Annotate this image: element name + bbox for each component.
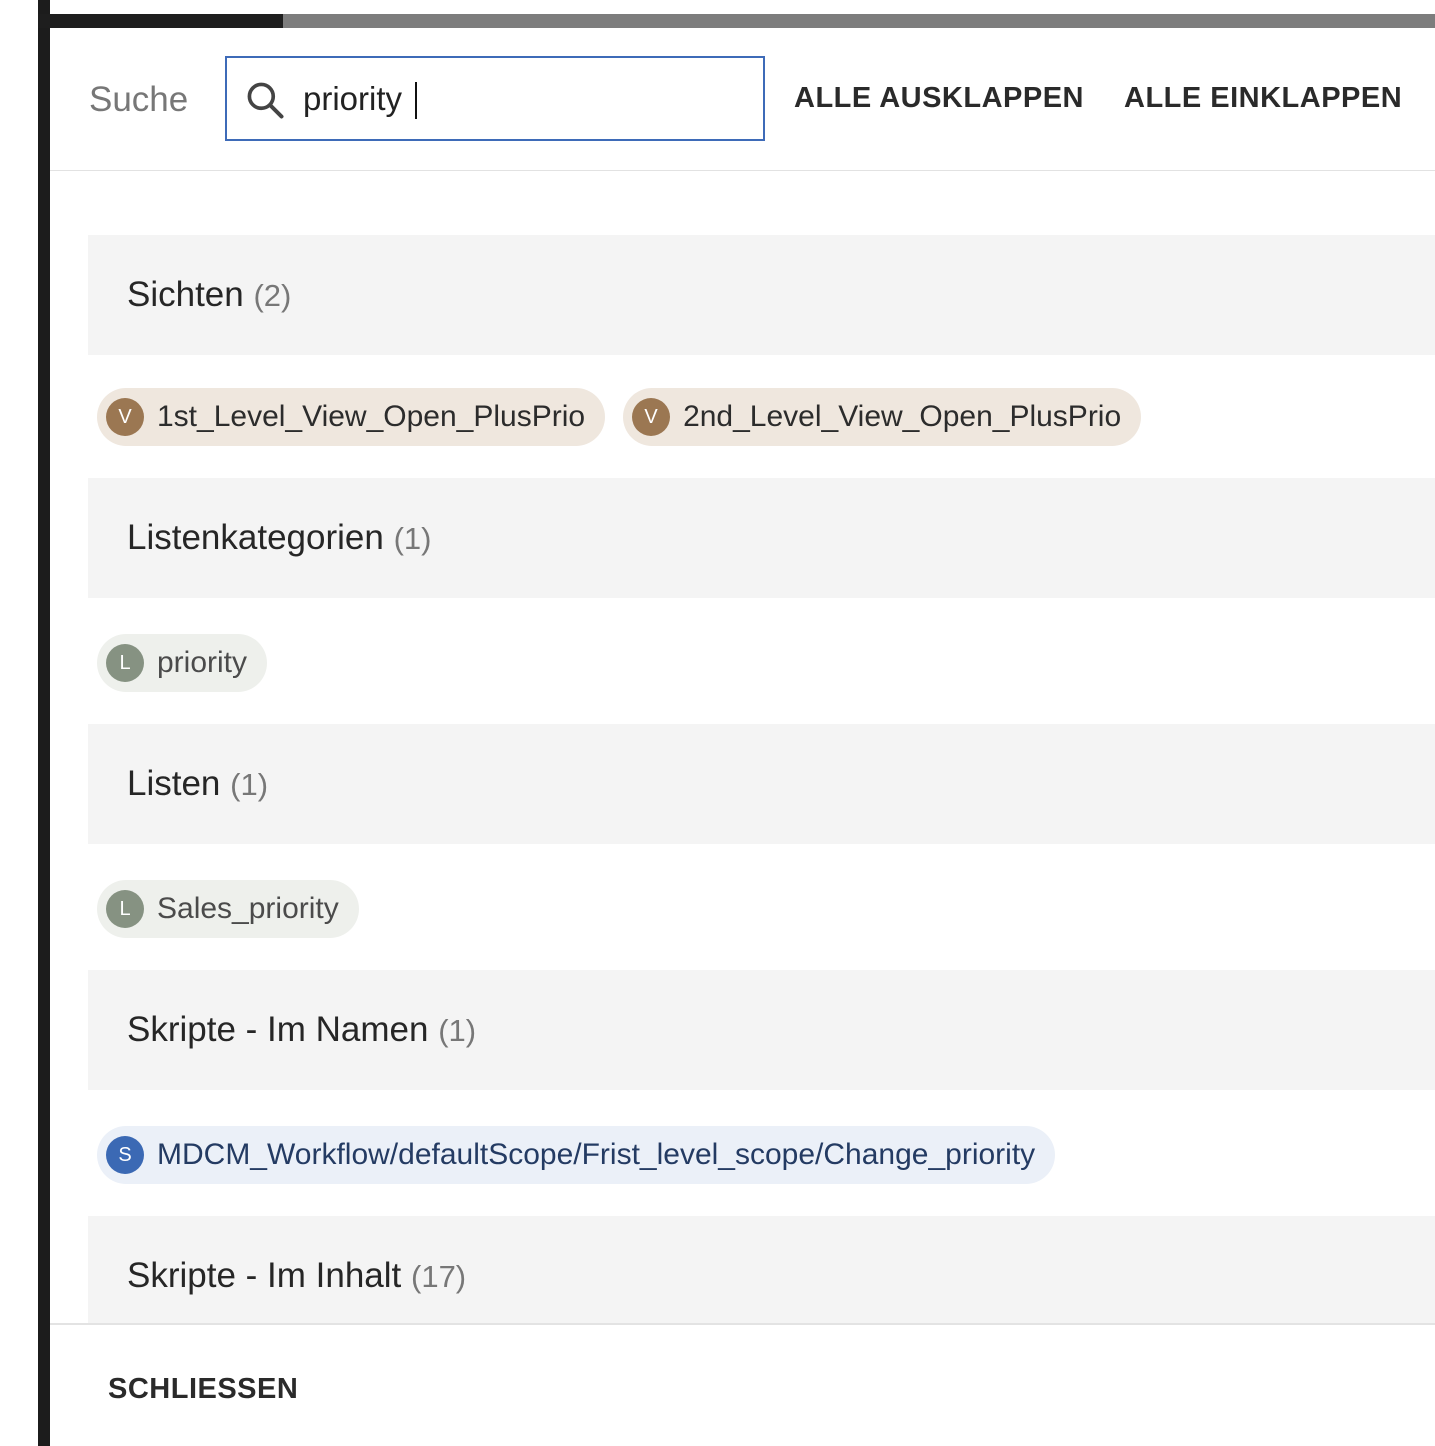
result-chip[interactable]: L Sales_priority — [97, 880, 359, 938]
section-title: Listen (1) — [127, 764, 269, 803]
dialog-footer: SCHLIESSEN — [50, 1323, 1435, 1446]
search-dialog: Suche ALLE AUSKLAPPEN ALLE EINKLAPPEN Si… — [50, 28, 1435, 1446]
section-header-scripts-name[interactable]: Skripte - Im Namen (1) — [88, 970, 1435, 1090]
chip-row-list-categories: L priority — [97, 634, 268, 694]
script-badge-icon: S — [106, 1136, 144, 1174]
dialog-header: Suche ALLE AUSKLAPPEN ALLE EINKLAPPEN — [50, 28, 1435, 171]
section-count: (2) — [253, 278, 292, 313]
result-chip[interactable]: S MDCM_Workflow/defaultScope/Frist_level… — [97, 1126, 1056, 1184]
section-header-lists[interactable]: Listen (1) — [88, 724, 1435, 844]
list-badge-icon: L — [106, 644, 144, 682]
chip-row-lists: L Sales_priority — [97, 880, 359, 940]
section-count: (1) — [393, 521, 432, 556]
chip-label: MDCM_Workflow/defaultScope/Frist_level_s… — [157, 1138, 1036, 1171]
close-button[interactable]: SCHLIESSEN — [108, 1373, 298, 1406]
collapse-all-button[interactable]: ALLE EINKLAPPEN — [1124, 82, 1402, 115]
chip-label: priority — [157, 646, 248, 679]
text-cursor — [415, 82, 417, 119]
search-box[interactable] — [225, 56, 765, 141]
section-header-views[interactable]: Sichten (2) — [88, 235, 1435, 355]
chip-label: Sales_priority — [157, 892, 339, 925]
result-chip[interactable]: V 1st_Level_View_Open_PlusPrio — [97, 388, 606, 446]
search-label: Suche — [89, 80, 189, 119]
list-badge-icon: L — [106, 890, 144, 928]
chip-row-views: V 1st_Level_View_Open_PlusPrio V 2nd_Lev… — [97, 388, 1142, 448]
chip-row-scripts-name: S MDCM_Workflow/defaultScope/Frist_level… — [97, 1126, 1056, 1186]
section-count: (1) — [230, 767, 269, 802]
result-chip[interactable]: V 2nd_Level_View_Open_PlusPrio — [623, 388, 1142, 446]
section-title: Skripte - Im Namen (1) — [127, 1010, 477, 1049]
section-header-list-categories[interactable]: Listenkategorien (1) — [88, 478, 1435, 598]
view-badge-icon: V — [106, 398, 144, 436]
section-title: Skripte - Im Inhalt (17) — [127, 1256, 467, 1295]
search-input[interactable] — [303, 58, 743, 139]
results-list[interactable]: Sichten (2) V 1st_Level_View_Open_PlusPr… — [88, 171, 1435, 1323]
background-dark-edge — [38, 0, 50, 1446]
search-icon — [247, 82, 284, 119]
background-top-strip-dark — [38, 14, 283, 28]
result-chip[interactable]: L priority — [97, 634, 268, 692]
section-count: (17) — [411, 1259, 467, 1294]
chip-label: 1st_Level_View_Open_PlusPrio — [157, 400, 586, 433]
background-top-strip-grey — [283, 14, 1435, 28]
view-badge-icon: V — [632, 398, 671, 436]
section-header-scripts-content[interactable]: Skripte - Im Inhalt (17) — [88, 1216, 1435, 1323]
section-count: (1) — [438, 1013, 477, 1048]
section-title: Listenkategorien (1) — [127, 518, 432, 557]
background-page — [0, 0, 38, 1446]
chip-label: 2nd_Level_View_Open_PlusPrio — [683, 400, 1122, 433]
section-title: Sichten (2) — [127, 275, 292, 314]
expand-all-button[interactable]: ALLE AUSKLAPPEN — [794, 82, 1084, 115]
